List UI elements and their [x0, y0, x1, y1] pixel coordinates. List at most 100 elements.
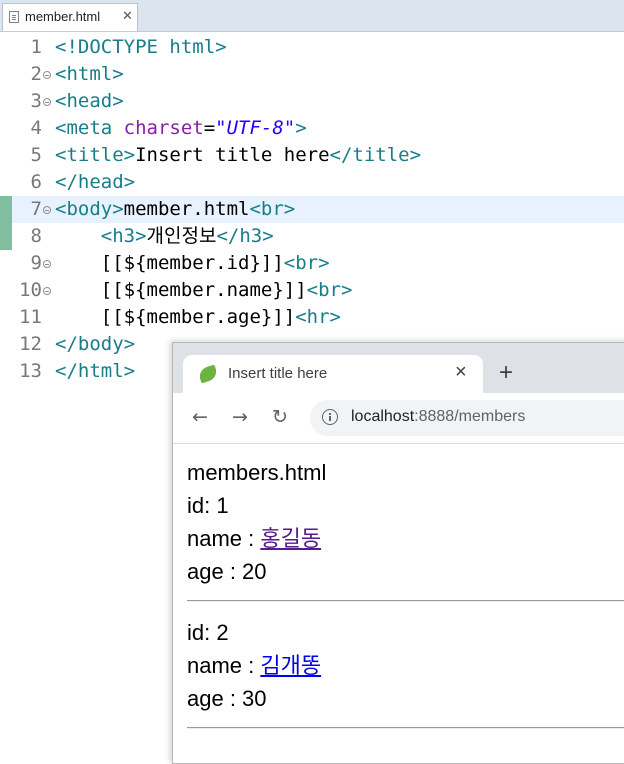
fold-collapse-icon[interactable] [43, 287, 51, 295]
spring-leaf-favicon-icon [197, 364, 219, 384]
change-ruler [0, 61, 12, 88]
change-ruler [0, 250, 12, 277]
code-text: [[${member.id}]]<br> [55, 250, 330, 277]
member-2-name-label: name : [187, 653, 261, 678]
member-2-name-row: name : 김개똥 [187, 652, 321, 680]
change-ruler [0, 223, 12, 250]
code-token: </html> [55, 360, 136, 382]
editor-tab-member-html[interactable]: member.html ✕ [2, 3, 138, 31]
code-line[interactable]: 1 <!DOCTYPE html> [0, 34, 624, 61]
tab-close-icon[interactable]: ✕ [122, 8, 133, 24]
change-ruler [0, 115, 12, 142]
code-line[interactable]: 9 [[${member.id}]]<br> [0, 250, 624, 277]
change-ruler [0, 277, 12, 304]
browser-tab-strip: Insert title here × + [173, 343, 624, 393]
code-token: </head> [55, 171, 136, 193]
line-number: 9 [30, 252, 42, 274]
line-number: 5 [30, 144, 42, 166]
code-text: <title>Insert title here</title> [55, 142, 421, 169]
reload-icon[interactable]: ↻ [267, 404, 293, 430]
code-token: [[${member.id}]] [55, 252, 284, 274]
change-ruler [0, 196, 12, 223]
code-text: <body>member.html<br> [55, 196, 295, 223]
member-1-id: id: 1 [187, 493, 229, 518]
code-token: <title> [55, 144, 136, 166]
code-text: <head> [55, 88, 124, 115]
line-number: 4 [30, 117, 42, 139]
code-text: <h3>개인정보</h3> [55, 223, 274, 250]
page-heading: members.html [187, 460, 327, 485]
code-line[interactable]: 4 <meta charset="UTF-8"> [0, 115, 624, 142]
html-file-icon [9, 11, 19, 23]
code-token: = [203, 117, 216, 139]
code-token: </body> [55, 333, 136, 355]
code-text: <meta charset="UTF-8"> [55, 115, 307, 142]
horizontal-rule [187, 600, 624, 602]
code-token: <br> [283, 252, 330, 274]
code-line[interactable]: 6 </head> [0, 169, 624, 196]
code-text: </html> [55, 358, 135, 385]
editor-tab-label: member.html [25, 9, 101, 24]
forward-arrow-icon[interactable]: → [227, 404, 253, 430]
back-arrow-icon[interactable]: ← [187, 404, 213, 430]
close-tab-icon[interactable]: × [455, 361, 467, 384]
code-token: <hr> [295, 306, 341, 328]
code-token: 개인정보 [146, 225, 217, 247]
url-text: localhost:8888/members [351, 408, 525, 426]
code-token: <h3> [100, 225, 147, 247]
browser-tab[interactable]: Insert title here × [183, 355, 483, 393]
change-ruler [0, 34, 12, 61]
code-token: <br> [306, 279, 353, 301]
code-token: "UTF-8" [215, 117, 296, 139]
code-text: </head> [55, 169, 135, 196]
site-info-icon[interactable] [322, 409, 338, 425]
line-number: 11 [19, 306, 42, 328]
fold-collapse-icon[interactable] [43, 260, 51, 268]
new-tab-button[interactable]: + [499, 361, 513, 385]
member-2-age: age : 30 [187, 686, 267, 711]
change-ruler [0, 331, 12, 358]
member-2-id: id: 2 [187, 620, 229, 645]
browser-window: Insert title here × + ← → ↻ localhost:88… [172, 342, 624, 764]
address-bar[interactable]: localhost:8888/members [310, 400, 624, 436]
line-number: 3 [30, 90, 42, 112]
code-token: <!DOCTYPE html> [55, 36, 227, 58]
code-token: <html> [55, 63, 124, 85]
line-number: 2 [30, 63, 42, 85]
code-line[interactable]: 10 [[${member.name}]]<br> [0, 277, 624, 304]
code-text: </body> [55, 331, 135, 358]
change-ruler [0, 358, 12, 385]
line-number: 1 [30, 36, 42, 58]
url-port-path: :8888/members [414, 408, 526, 425]
code-token: </h3> [216, 225, 274, 247]
code-token: charset [123, 117, 204, 139]
code-line[interactable]: 3 <head> [0, 88, 624, 115]
member-2-name-link[interactable]: 김개똥 [260, 653, 321, 678]
code-line[interactable]: 11 [[${member.age}]]<hr> [0, 304, 624, 331]
code-text: [[${member.age}]]<hr> [55, 304, 341, 331]
line-number: 6 [30, 171, 42, 193]
code-line[interactable]: 2 <html> [0, 61, 624, 88]
line-number: 10 [19, 279, 42, 301]
code-text: <html> [55, 61, 124, 88]
fold-collapse-icon[interactable] [43, 206, 51, 214]
code-token: [[${member.age}]] [55, 306, 296, 328]
change-ruler [0, 142, 12, 169]
code-token: <br> [249, 198, 296, 220]
change-ruler [0, 88, 12, 115]
line-number: 7 [30, 198, 42, 220]
line-number: 12 [19, 333, 42, 355]
code-line[interactable]: 5 <title>Insert title here</title> [0, 142, 624, 169]
horizontal-rule [187, 727, 624, 729]
fold-collapse-icon[interactable] [43, 98, 51, 106]
code-line[interactable]: 7 <body>member.html<br> [0, 196, 624, 223]
fold-collapse-icon[interactable] [43, 71, 51, 79]
member-1-name-link[interactable]: 홍길동 [260, 526, 321, 551]
code-text: [[${member.name}]]<br> [55, 277, 353, 304]
member-1-name-row: name : 홍길동 [187, 525, 321, 553]
change-ruler [0, 304, 12, 331]
line-number: 8 [30, 225, 42, 247]
code-line[interactable]: 8 <h3>개인정보</h3> [0, 223, 624, 250]
code-token: [[${member.name}]] [55, 279, 307, 301]
code-token: <body> [55, 198, 124, 220]
